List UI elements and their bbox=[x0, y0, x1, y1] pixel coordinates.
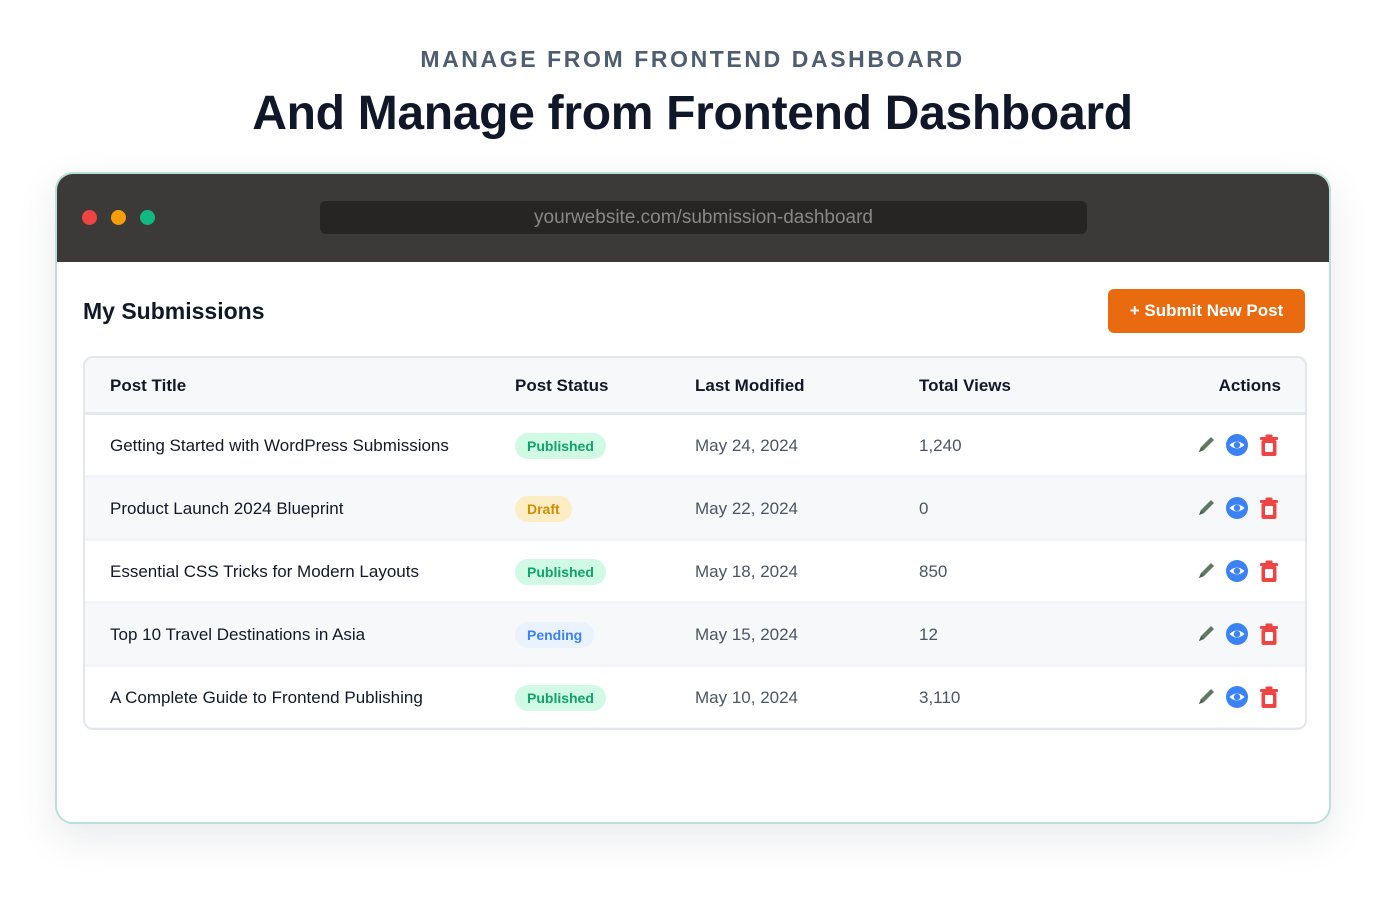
edit-icon bbox=[1195, 563, 1219, 587]
edit-action[interactable] bbox=[1195, 685, 1219, 709]
submissions-table: Post Title Post Status Last Modified Tot… bbox=[83, 356, 1307, 730]
column-header-actions: Actions bbox=[1218, 376, 1281, 395]
status-badge: Pending bbox=[515, 622, 595, 648]
post-title-cell[interactable]: Getting Started with WordPress Submissio… bbox=[110, 415, 449, 475]
submit-new-post-button[interactable]: + Submit New Post bbox=[1108, 289, 1305, 333]
post-title-cell[interactable]: Essential CSS Tricks for Modern Layouts bbox=[110, 541, 419, 601]
row-actions bbox=[1195, 559, 1285, 585]
last-modified-cell: May 15, 2024 bbox=[695, 625, 799, 644]
edit-action[interactable] bbox=[1195, 496, 1219, 520]
total-views-cell: 850 bbox=[919, 562, 948, 581]
view-action[interactable] bbox=[1225, 622, 1249, 646]
total-views-cell: 12 bbox=[919, 625, 938, 644]
delete-action[interactable] bbox=[1257, 559, 1281, 583]
column-header-total-views: Total Views bbox=[919, 376, 1011, 395]
post-title-cell[interactable]: A Complete Guide to Frontend Publishing bbox=[110, 667, 423, 727]
row-actions bbox=[1195, 496, 1285, 522]
view-icon bbox=[1225, 497, 1249, 524]
page-title: My Submissions bbox=[83, 298, 265, 324]
total-views-cell: 0 bbox=[919, 499, 929, 518]
view-icon bbox=[1225, 560, 1249, 587]
table-row: Getting Started with WordPress Submissio… bbox=[85, 415, 1305, 475]
view-action[interactable] bbox=[1225, 559, 1249, 583]
row-actions bbox=[1195, 433, 1285, 459]
column-header-post-status: Post Status bbox=[515, 376, 609, 395]
last-modified-cell: May 18, 2024 bbox=[695, 562, 799, 581]
delete-icon bbox=[1257, 434, 1281, 461]
edit-action[interactable] bbox=[1195, 622, 1219, 646]
table-row: Essential CSS Tricks for Modern Layouts P… bbox=[85, 541, 1305, 601]
address-bar[interactable]: yourwebsite.com/submission-dashboard bbox=[320, 201, 1087, 234]
view-icon bbox=[1225, 434, 1249, 461]
view-action[interactable] bbox=[1225, 496, 1249, 520]
edit-icon bbox=[1195, 626, 1219, 650]
window-minimize-dot[interactable] bbox=[111, 210, 126, 225]
edit-icon bbox=[1195, 437, 1219, 461]
view-action[interactable] bbox=[1225, 685, 1249, 709]
window-close-dot[interactable] bbox=[82, 210, 97, 225]
last-modified-cell: May 22, 2024 bbox=[695, 499, 799, 518]
section-kicker: MANAGE FROM FRONTEND DASHBOARD bbox=[420, 46, 965, 72]
last-modified-cell: May 24, 2024 bbox=[695, 436, 799, 455]
post-title-cell[interactable]: Product Launch 2024 Blueprint bbox=[110, 478, 343, 538]
status-badge: Published bbox=[515, 685, 606, 711]
delete-icon bbox=[1257, 623, 1281, 650]
column-header-last-modified: Last Modified bbox=[695, 376, 805, 395]
delete-action[interactable] bbox=[1257, 622, 1281, 646]
browser-window: yourwebsite.com/submission-dashboard My … bbox=[55, 172, 1331, 824]
table-row: A Complete Guide to Frontend Publishing P… bbox=[85, 667, 1305, 727]
last-modified-cell: May 10, 2024 bbox=[695, 688, 799, 707]
row-actions bbox=[1195, 685, 1285, 711]
edit-action[interactable] bbox=[1195, 559, 1219, 583]
row-actions bbox=[1195, 622, 1285, 648]
window-maximize-dot[interactable] bbox=[140, 210, 155, 225]
total-views-cell: 1,240 bbox=[919, 436, 962, 455]
column-header-post-title: Post Title bbox=[110, 376, 187, 395]
delete-action[interactable] bbox=[1257, 685, 1281, 709]
total-views-cell: 3,110 bbox=[919, 688, 961, 707]
status-badge: Published bbox=[515, 433, 606, 459]
delete-icon bbox=[1257, 497, 1281, 524]
edit-action[interactable] bbox=[1195, 433, 1219, 457]
dashboard-content: My Submissions + Submit New Post Post Ti… bbox=[57, 262, 1329, 822]
delete-icon bbox=[1257, 560, 1281, 587]
browser-titlebar: yourwebsite.com/submission-dashboard bbox=[57, 174, 1329, 262]
table-row: Top 10 Travel Destinations in Asia Pendin… bbox=[85, 604, 1305, 664]
view-icon bbox=[1225, 686, 1249, 713]
page: MANAGE FROM FRONTEND DASHBOARD And Manag… bbox=[0, 0, 1385, 904]
status-badge: Published bbox=[515, 559, 606, 585]
edit-icon bbox=[1195, 500, 1219, 524]
view-action[interactable] bbox=[1225, 433, 1249, 457]
delete-action[interactable] bbox=[1257, 496, 1281, 520]
delete-action[interactable] bbox=[1257, 433, 1281, 457]
delete-icon bbox=[1257, 686, 1281, 713]
post-title-cell[interactable]: Top 10 Travel Destinations in Asia bbox=[110, 604, 365, 664]
table-row: Product Launch 2024 Blueprint Draft May 22… bbox=[85, 478, 1305, 538]
status-badge: Draft bbox=[515, 496, 572, 522]
edit-icon bbox=[1195, 689, 1219, 713]
table-header: Post Title Post Status Last Modified Tot… bbox=[85, 358, 1305, 415]
view-icon bbox=[1225, 623, 1249, 650]
section-headline: And Manage from Frontend Dashboard bbox=[252, 87, 1133, 140]
